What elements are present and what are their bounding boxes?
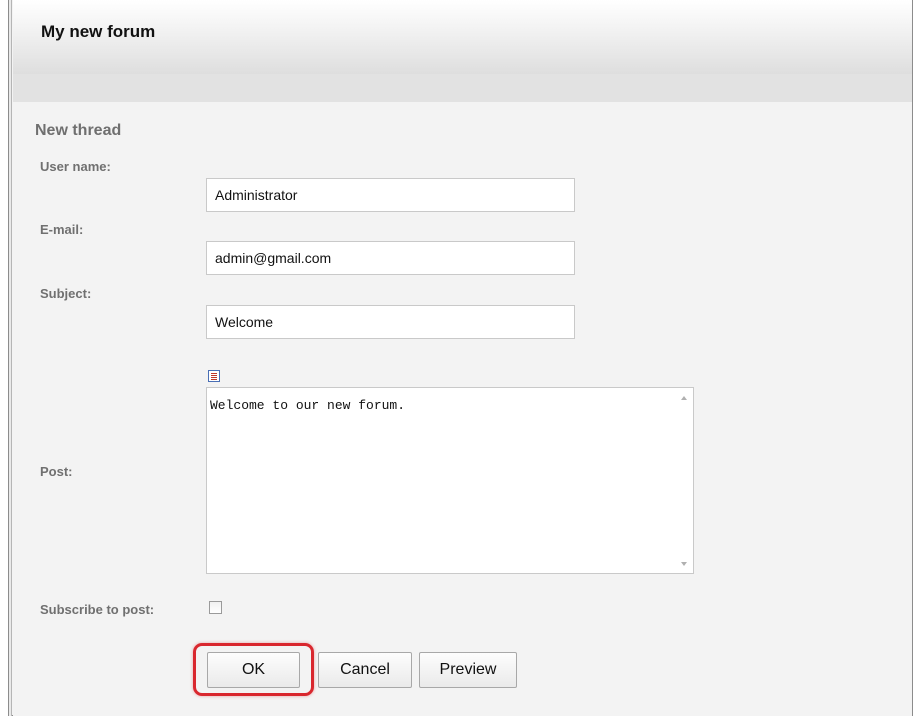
- post-textarea[interactable]: Welcome to our new forum.: [206, 387, 694, 574]
- editor-icon[interactable]: [208, 370, 220, 382]
- email-label: E-mail:: [40, 222, 84, 237]
- window-left-edge: [8, 0, 12, 716]
- cancel-button[interactable]: Cancel: [318, 652, 412, 688]
- header-strip: [13, 74, 912, 102]
- preview-button[interactable]: Preview: [419, 652, 517, 688]
- username-label: User name:: [40, 159, 111, 174]
- username-input[interactable]: Administrator: [206, 178, 575, 212]
- section-title: New thread: [35, 122, 122, 139]
- new-thread-form: New thread User name: Administrator E-ma…: [13, 102, 912, 716]
- post-text: Welcome to our new forum.: [210, 398, 406, 413]
- scroll-up-icon[interactable]: [681, 396, 687, 400]
- subject-label: Subject:: [40, 286, 92, 301]
- page-title: My new forum: [41, 22, 156, 41]
- email-input[interactable]: admin@gmail.com: [206, 241, 575, 275]
- post-label: Post:: [40, 464, 73, 479]
- scroll-down-icon[interactable]: [681, 562, 687, 566]
- post-scrollbar[interactable]: [676, 388, 693, 573]
- page-header: My new forum: [13, 0, 912, 74]
- subject-input[interactable]: Welcome: [206, 305, 575, 339]
- subscribe-checkbox[interactable]: [209, 601, 222, 614]
- ok-button-highlight: [193, 643, 314, 696]
- subscribe-label: Subscribe to post:: [40, 602, 155, 617]
